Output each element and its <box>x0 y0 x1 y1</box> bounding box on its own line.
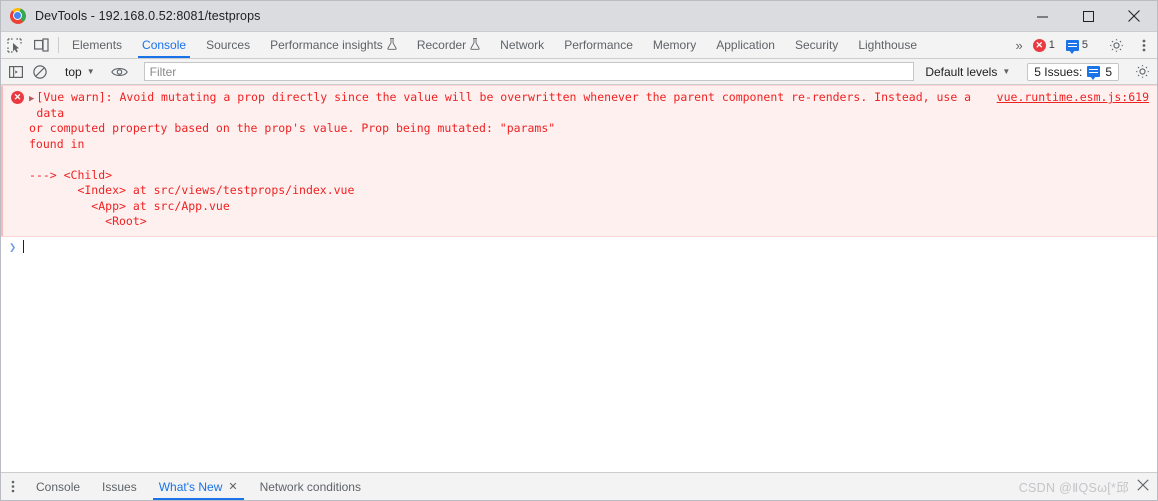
tab-label: Performance <box>564 38 633 52</box>
flask-icon <box>387 37 397 53</box>
drawer-tab-whats-new[interactable]: What's New ✕ <box>148 473 249 500</box>
tab-network[interactable]: Network <box>490 32 554 58</box>
chrome-logo-icon <box>10 8 26 24</box>
message-count-badge[interactable]: 5 <box>1064 38 1092 54</box>
log-levels-selector[interactable]: Default levels ▼ <box>919 65 1016 79</box>
watermark-text: CSDN @ⅡQSω[*邱 <box>1018 481 1129 495</box>
text-cursor <box>23 240 25 253</box>
window-title: DevTools - 192.168.0.52:8081/testprops <box>35 9 261 23</box>
tab-label: Console <box>142 38 187 52</box>
drawer-close-icon[interactable] <box>1137 479 1149 494</box>
window-controls <box>1019 1 1157 32</box>
error-circle-icon: ✕ <box>1032 38 1046 52</box>
chevron-down-icon: ▼ <box>1002 67 1011 76</box>
window-title-bar: DevTools - 192.168.0.52:8081/testprops <box>1 1 1157 32</box>
inspect-element-icon[interactable] <box>1 32 28 58</box>
issues-count: 5 <box>1105 64 1112 79</box>
tab-elements[interactable]: Elements <box>62 32 132 58</box>
tab-label: Performance insights <box>270 38 383 52</box>
console-filter-toolbar: top ▼ Default levels ▼ 5 Issues: 5 <box>1 59 1157 85</box>
minimize-button[interactable] <box>1019 1 1065 32</box>
more-tabs-chevron-icon[interactable]: » <box>1010 38 1027 53</box>
message-bubble-icon <box>1065 39 1079 54</box>
tab-performance[interactable]: Performance <box>554 32 643 58</box>
tab-label: Security <box>794 38 839 52</box>
tab-label: Lighthouse <box>858 38 918 52</box>
issues-counter-button[interactable]: 5 Issues: 5 <box>1027 62 1119 81</box>
drawer-tab-label: Console <box>36 479 81 494</box>
message-count: 5 <box>1081 39 1088 51</box>
devtools-window: DevTools - 192.168.0.52:8081/testprops E… <box>0 0 1158 501</box>
tab-lighthouse[interactable]: Lighthouse <box>848 32 927 58</box>
console-message-area: ✕ ▶ [Vue warn]: Avoid mutating a prop di… <box>1 85 1157 472</box>
drawer-tab-network-conditions[interactable]: Network conditions <box>249 473 372 500</box>
flask-icon <box>470 37 480 53</box>
toolbar-right-tools: » ✕ 1 5 <box>1010 32 1157 58</box>
log-levels-value: Default levels <box>925 64 998 79</box>
error-message-text: [Vue warn]: Avoid mutating a prop direct… <box>36 90 979 120</box>
error-message-continuation: or computed property based on the prop's… <box>29 121 556 135</box>
clear-console-icon[interactable] <box>28 60 52 84</box>
chevron-down-icon: ▼ <box>86 67 95 76</box>
watermark-area: CSDN @ⅡQSω[*邱 <box>1019 473 1157 500</box>
execution-context-selector[interactable]: top ▼ <box>59 65 101 79</box>
console-sidebar-icon[interactable] <box>4 60 28 84</box>
tab-performance-insights[interactable]: Performance insights <box>260 32 407 58</box>
error-count: 1 <box>1048 39 1055 51</box>
gear-icon[interactable] <box>1103 38 1130 53</box>
error-stack-trace: found in ---> <Child> <Index> at src/vie… <box>29 136 355 229</box>
console-prompt[interactable]: ❯ <box>1 237 1157 254</box>
tab-security[interactable]: Security <box>785 32 848 58</box>
tab-label: Recorder <box>416 38 467 52</box>
tab-sources[interactable]: Sources <box>196 32 260 58</box>
issues-label: 5 Issues: <box>1034 64 1083 79</box>
error-message-header: ✕ ▶ [Vue warn]: Avoid mutating a prop di… <box>1 90 1157 121</box>
execution-context-value: top <box>65 64 82 79</box>
drawer-tabbar: Console Issues What's New ✕ Network cond… <box>1 472 1157 500</box>
drawer-tab-label: Issues <box>102 479 137 494</box>
source-link[interactable]: vue.runtime.esm.js:619 <box>997 90 1151 106</box>
tab-label: Network <box>500 38 545 52</box>
drawer-kebab-icon[interactable] <box>1 473 25 500</box>
drawer-tab-label: Network conditions <box>259 479 361 494</box>
live-expression-eye-icon[interactable] <box>108 60 132 84</box>
maximize-button[interactable] <box>1065 1 1111 32</box>
tab-label: Application <box>716 38 775 52</box>
close-icon[interactable]: ✕ <box>228 480 237 493</box>
console-settings-gear-icon[interactable] <box>1130 60 1154 84</box>
tab-label: Elements <box>72 38 123 52</box>
tab-memory[interactable]: Memory <box>643 32 706 58</box>
kebab-menu-icon[interactable] <box>1130 38 1157 53</box>
prompt-chevron-icon: ❯ <box>9 239 17 254</box>
error-count-badge[interactable]: ✕ 1 <box>1031 38 1059 53</box>
message-bubble-icon <box>1087 66 1101 80</box>
drawer-tab-console[interactable]: Console <box>25 473 91 500</box>
tab-application[interactable]: Application <box>706 32 785 58</box>
tab-label: Sources <box>206 38 251 52</box>
drawer-tab-issues[interactable]: Issues <box>91 473 148 500</box>
tab-console[interactable]: Console <box>132 32 196 58</box>
close-button[interactable] <box>1111 1 1157 32</box>
drawer-tab-label: What's New <box>158 479 223 494</box>
filter-input[interactable] <box>143 62 915 81</box>
tab-recorder[interactable]: Recorder <box>407 32 490 58</box>
devtools-main-tabbar: Elements Console Sources Performance ins… <box>1 32 1157 59</box>
issue-badges: ✕ 1 5 <box>1027 38 1096 54</box>
error-circle-icon: ✕ <box>11 91 24 104</box>
expand-triangle-icon[interactable]: ▶ <box>29 92 34 108</box>
console-error-message[interactable]: ✕ ▶ [Vue warn]: Avoid mutating a prop di… <box>1 85 1157 237</box>
tab-label: Memory <box>652 38 697 52</box>
device-toolbar-icon[interactable] <box>28 32 55 58</box>
toolbar-divider <box>58 37 59 53</box>
